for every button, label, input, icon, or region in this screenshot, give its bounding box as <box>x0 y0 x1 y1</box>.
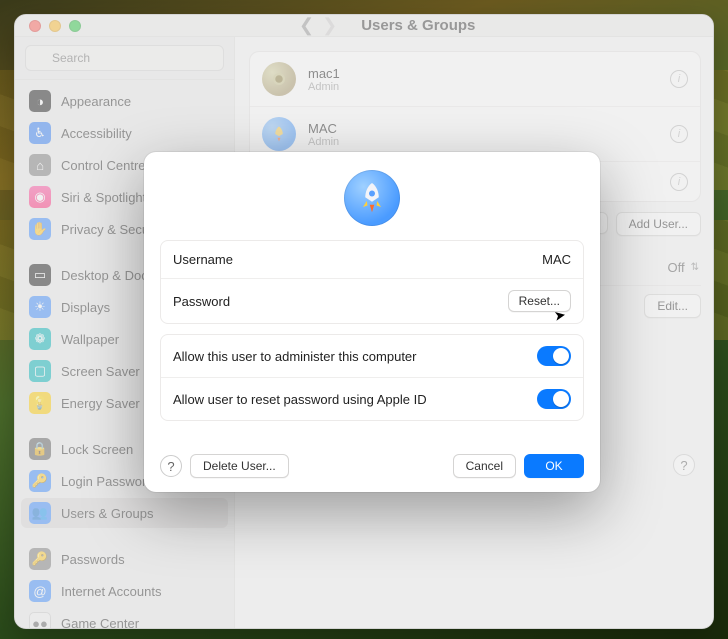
dialog-permissions-section: Allow this user to administer this compu… <box>160 334 584 421</box>
password-label: Password <box>173 294 230 309</box>
appleid-label: Allow user to reset password using Apple… <box>173 392 427 407</box>
appleid-toggle-row: Allow user to reset password using Apple… <box>161 377 583 420</box>
help-button[interactable]: ? <box>160 455 182 477</box>
username-row: Username MAC <box>161 241 583 278</box>
dialog-credentials-section: Username MAC Password Reset... <box>160 240 584 324</box>
user-details-dialog: Username MAC Password Reset... Allow thi… <box>144 152 600 492</box>
admin-toggle[interactable] <box>537 346 571 366</box>
delete-user-button[interactable]: Delete User... <box>190 454 289 478</box>
dialog-footer: ? Delete User... Cancel OK <box>160 454 584 478</box>
dialog-avatar-icon <box>344 170 400 226</box>
username-label: Username <box>173 252 233 267</box>
username-value: MAC <box>542 252 571 267</box>
password-row: Password Reset... <box>161 278 583 323</box>
reset-password-button[interactable]: Reset... <box>508 290 571 312</box>
cancel-button[interactable]: Cancel <box>453 454 516 478</box>
admin-toggle-row: Allow this user to administer this compu… <box>161 335 583 377</box>
admin-label: Allow this user to administer this compu… <box>173 349 416 364</box>
appleid-toggle[interactable] <box>537 389 571 409</box>
ok-button[interactable]: OK <box>524 454 584 478</box>
